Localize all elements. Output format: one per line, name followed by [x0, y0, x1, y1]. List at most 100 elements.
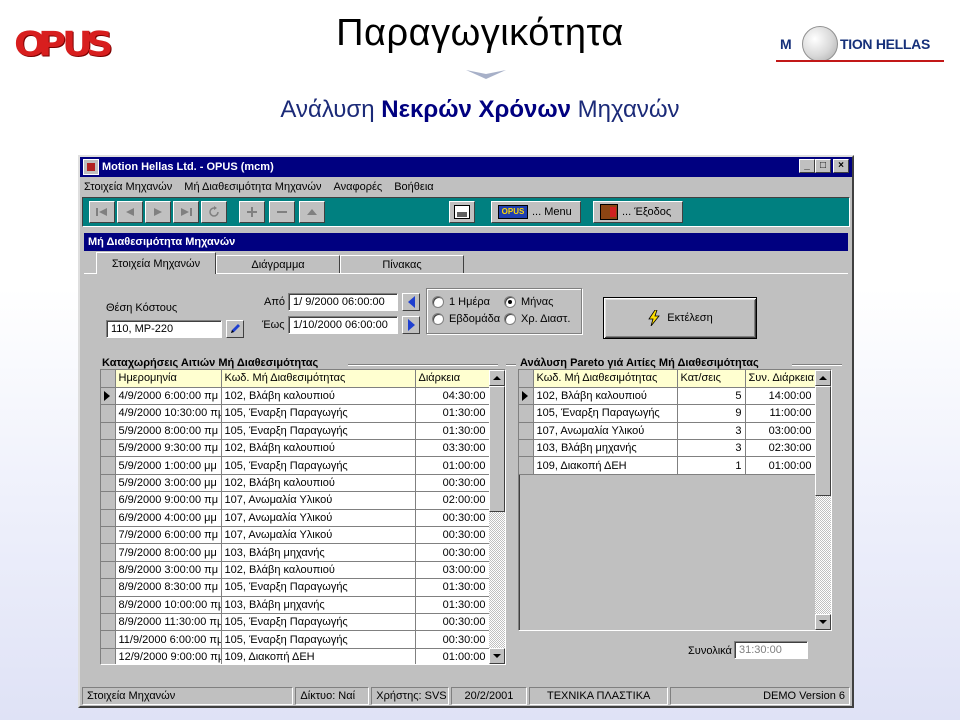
- scroll-thumb[interactable]: [489, 386, 505, 512]
- table-row[interactable]: 4/9/2000 10:30:00 πμ 105, Έναρξη Παραγωγή…: [101, 404, 490, 423]
- menu-item-unavailability[interactable]: Μή Διαθεσιμότητα Μηχανών: [184, 181, 321, 193]
- table-cell[interactable]: 11:00:00: [745, 404, 816, 423]
- table-cell[interactable]: 102, Βλάβη καλουπιού: [221, 387, 416, 406]
- table-cell[interactable]: 5/9/2000 3:00:00 μμ: [115, 474, 222, 493]
- table-cell[interactable]: 00:30:00: [415, 526, 490, 545]
- app-icon[interactable]: [83, 159, 99, 175]
- table-cell[interactable]: 01:30:00: [415, 596, 490, 614]
- row-indicator[interactable]: [101, 526, 116, 545]
- table-cell[interactable]: 14:00:00: [745, 387, 816, 406]
- column-header-code[interactable]: Κωδ. Μή Διαθεσιμότητας: [533, 370, 678, 388]
- scroll-down-button[interactable]: [815, 614, 831, 630]
- row-indicator[interactable]: [101, 613, 116, 632]
- table-cell[interactable]: 00:30:00: [415, 613, 490, 632]
- table-cell[interactable]: 00:30:00: [415, 630, 490, 649]
- row-indicator[interactable]: [101, 630, 116, 649]
- table-cell[interactable]: 8/9/2000 11:30:00 πμ: [115, 613, 222, 632]
- prev-record-button[interactable]: [117, 201, 143, 223]
- table-cell[interactable]: 4/9/2000 6:00:00 πμ: [115, 387, 222, 406]
- table-cell[interactable]: 5/9/2000 8:00:00 πμ: [115, 422, 222, 441]
- table-cell[interactable]: 105, Έναρξη Παραγωγής: [221, 630, 416, 649]
- from-date-field[interactable]: 1/ 9/2000 06:00:00: [288, 293, 398, 311]
- next-record-button[interactable]: [145, 201, 171, 223]
- table-row[interactable]: 8/9/2000 11:30:00 πμ 105, Έναρξη Παραγωγή…: [101, 613, 490, 632]
- row-indicator[interactable]: [101, 422, 116, 441]
- table-cell[interactable]: 01:00:00: [745, 456, 816, 475]
- radio-one-day[interactable]: 1 Ημέρα: [432, 296, 490, 308]
- exit-button[interactable]: ... Έξοδος: [593, 201, 683, 223]
- table-cell[interactable]: 01:30:00: [415, 404, 490, 423]
- table-cell[interactable]: 02:00:00: [415, 491, 490, 510]
- row-indicator[interactable]: [101, 456, 116, 475]
- column-header-duration[interactable]: Διάρκεια: [415, 370, 490, 388]
- row-indicator[interactable]: [101, 404, 116, 423]
- table-row[interactable]: 12/9/2000 9:00:00 πμ 109, Διακοπή ΔΕΗ 01:0…: [101, 648, 490, 664]
- maximize-button[interactable]: □: [815, 159, 831, 173]
- table-cell[interactable]: 3: [677, 422, 746, 441]
- row-indicator[interactable]: [101, 439, 116, 458]
- column-header-count[interactable]: Κατ/σεις: [677, 370, 746, 388]
- row-indicator[interactable]: [101, 387, 116, 406]
- table-cell[interactable]: 01:30:00: [415, 578, 490, 597]
- table-cell[interactable]: 4/9/2000 10:30:00 πμ: [115, 404, 222, 423]
- execute-button[interactable]: Εκτέλεση: [603, 297, 757, 339]
- table-cell[interactable]: 105, Έναρξη Παραγωγής: [221, 404, 416, 423]
- table-cell[interactable]: 7/9/2000 8:00:00 μμ: [115, 543, 222, 562]
- table-cell[interactable]: 03:00:00: [745, 422, 816, 441]
- up-button[interactable]: [299, 201, 325, 223]
- print-button[interactable]: [449, 201, 475, 223]
- table-cell[interactable]: 6/9/2000 4:00:00 μμ: [115, 509, 222, 528]
- table-row[interactable]: 6/9/2000 9:00:00 πμ 107, Ανωμαλία Υλικού 0…: [101, 491, 490, 510]
- radio-month[interactable]: Μήνας: [504, 296, 553, 308]
- table-cell[interactable]: 00:30:00: [415, 509, 490, 528]
- table-cell[interactable]: 105, Έναρξη Παραγωγής: [221, 456, 416, 475]
- table-cell[interactable]: 103, Βλάβη μηχανής: [221, 543, 416, 562]
- table-cell[interactable]: 5: [677, 387, 746, 406]
- table-cell[interactable]: 102, Βλάβη καλουπιού: [221, 439, 416, 458]
- table-cell[interactable]: 107, Ανωμαλία Υλικού: [221, 509, 416, 528]
- row-indicator[interactable]: [519, 456, 534, 475]
- table-row[interactable]: 6/9/2000 4:00:00 μμ 107, Ανωμαλία Υλικού 0…: [101, 509, 490, 528]
- row-indicator[interactable]: [519, 404, 534, 423]
- column-header-code[interactable]: Κωδ. Μή Διαθεσιμότητας: [221, 370, 416, 388]
- row-indicator[interactable]: [101, 596, 116, 614]
- add-record-button[interactable]: [239, 201, 265, 223]
- table-cell[interactable]: 1: [677, 456, 746, 475]
- table-cell[interactable]: 105, Έναρξη Παραγωγής: [221, 422, 416, 441]
- window-titlebar[interactable]: Motion Hellas Ltd. - OPUS (mcm) _ □ ×: [80, 157, 852, 177]
- table-cell[interactable]: 105, Έναρξη Παραγωγής: [221, 578, 416, 597]
- table-cell[interactable]: 6/9/2000 9:00:00 πμ: [115, 491, 222, 510]
- cost-center-lookup-button[interactable]: [226, 320, 244, 338]
- table-cell[interactable]: 102, Βλάβη καλουπιού: [221, 561, 416, 580]
- table-row[interactable]: 103, Βλάβη μηχανής 3 02:30:00: [519, 439, 816, 458]
- table-row[interactable]: 5/9/2000 1:00:00 μμ 105, Έναρξη Παραγωγής…: [101, 456, 490, 475]
- row-indicator[interactable]: [101, 491, 116, 510]
- to-date-field[interactable]: 1/10/2000 06:00:00: [288, 316, 398, 334]
- table-cell[interactable]: 109, Διακοπή ΔΕΗ: [221, 648, 416, 664]
- radio-time-range[interactable]: Χρ. Διαστ.: [504, 313, 570, 325]
- table-cell[interactable]: 7/9/2000 6:00:00 πμ: [115, 526, 222, 545]
- minimize-button[interactable]: _: [799, 159, 815, 173]
- table-cell[interactable]: 103, Βλάβη μηχανής: [221, 596, 416, 614]
- row-indicator[interactable]: [101, 578, 116, 597]
- table-row[interactable]: 5/9/2000 3:00:00 μμ 102, Βλάβη καλουπιού 0…: [101, 474, 490, 493]
- menu-item-machine-data[interactable]: Στοιχεία Μηχανών: [84, 181, 172, 193]
- row-indicator[interactable]: [101, 509, 116, 528]
- table-cell[interactable]: 107, Ανωμαλία Υλικού: [221, 491, 416, 510]
- tab-diagram[interactable]: Διάγραμμα: [216, 255, 340, 273]
- table-row[interactable]: 4/9/2000 6:00:00 πμ 102, Βλάβη καλουπιού 0…: [101, 387, 490, 406]
- table-cell[interactable]: 105, Έναρξη Παραγωγής: [221, 613, 416, 632]
- tab-machine-data[interactable]: Στοιχεία Μηχανών: [96, 252, 216, 274]
- row-indicator[interactable]: [101, 648, 116, 664]
- refresh-button[interactable]: [201, 201, 227, 223]
- table-cell[interactable]: 109, Διακοπή ΔΕΗ: [533, 456, 678, 475]
- table-row[interactable]: 8/9/2000 3:00:00 πμ 102, Βλάβη καλουπιού 0…: [101, 561, 490, 580]
- table-cell[interactable]: 102, Βλάβη καλουπιού: [533, 387, 678, 406]
- table-cell[interactable]: 03:00:00: [415, 561, 490, 580]
- table-cell[interactable]: 5/9/2000 9:30:00 πμ: [115, 439, 222, 458]
- table-cell[interactable]: 00:30:00: [415, 543, 490, 562]
- table-cell[interactable]: 02:30:00: [745, 439, 816, 458]
- table-row[interactable]: 8/9/2000 8:30:00 πμ 105, Έναρξη Παραγωγής…: [101, 578, 490, 597]
- table-cell[interactable]: 00:30:00: [415, 474, 490, 493]
- row-indicator[interactable]: [101, 543, 116, 562]
